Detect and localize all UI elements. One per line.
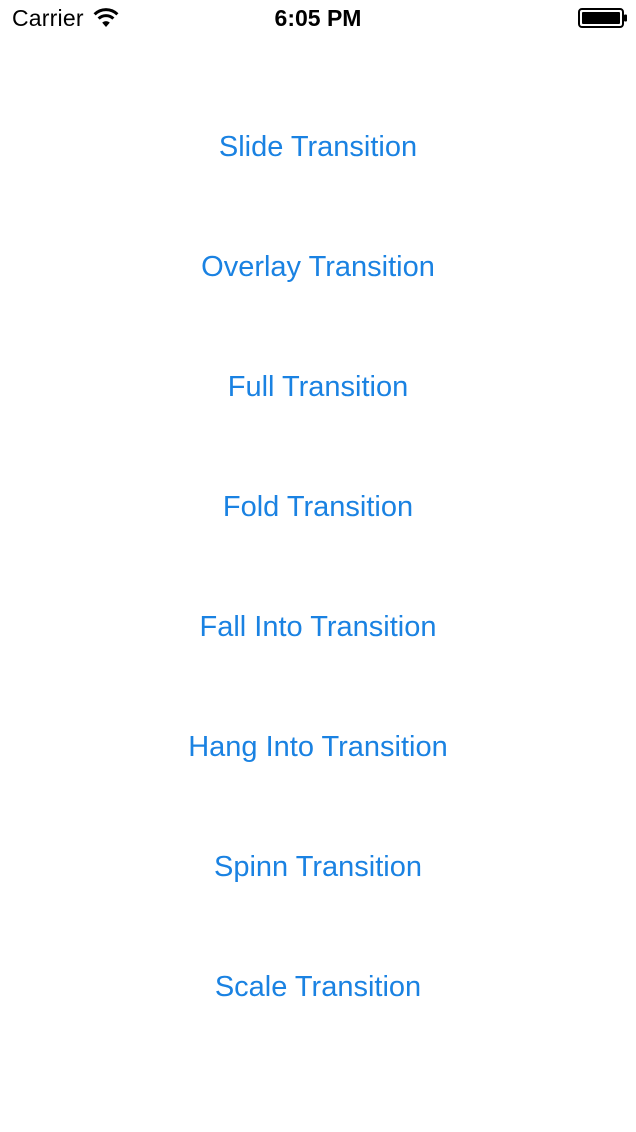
fold-transition-button[interactable]: Fold Transition	[0, 477, 636, 537]
list-item: Fall Into Transition	[0, 597, 636, 717]
slide-transition-button[interactable]: Slide Transition	[0, 117, 636, 177]
hang-into-transition-button[interactable]: Hang Into Transition	[0, 717, 636, 777]
status-time: 6:05 PM	[274, 5, 362, 31]
list-item: Slide Transition	[0, 117, 636, 237]
full-transition-button[interactable]: Full Transition	[0, 357, 636, 417]
overlay-transition-button[interactable]: Overlay Transition	[0, 237, 636, 297]
status-bar: Carrier 6:05 PM	[0, 0, 636, 40]
list-item: Fold Transition	[0, 477, 636, 597]
list-item: Spinn Transition	[0, 837, 636, 957]
list-item: Hang Into Transition	[0, 717, 636, 837]
battery-icon	[578, 8, 627, 28]
spinn-transition-button[interactable]: Spinn Transition	[0, 837, 636, 897]
list-item: Scale Transition	[0, 957, 636, 1077]
list-item: Overlay Transition	[0, 237, 636, 357]
fall-into-transition-button[interactable]: Fall Into Transition	[0, 597, 636, 657]
list-item: Full Transition	[0, 357, 636, 477]
transition-list: Slide Transition Overlay Transition Full…	[0, 117, 636, 1077]
scale-transition-button[interactable]: Scale Transition	[0, 957, 636, 1017]
